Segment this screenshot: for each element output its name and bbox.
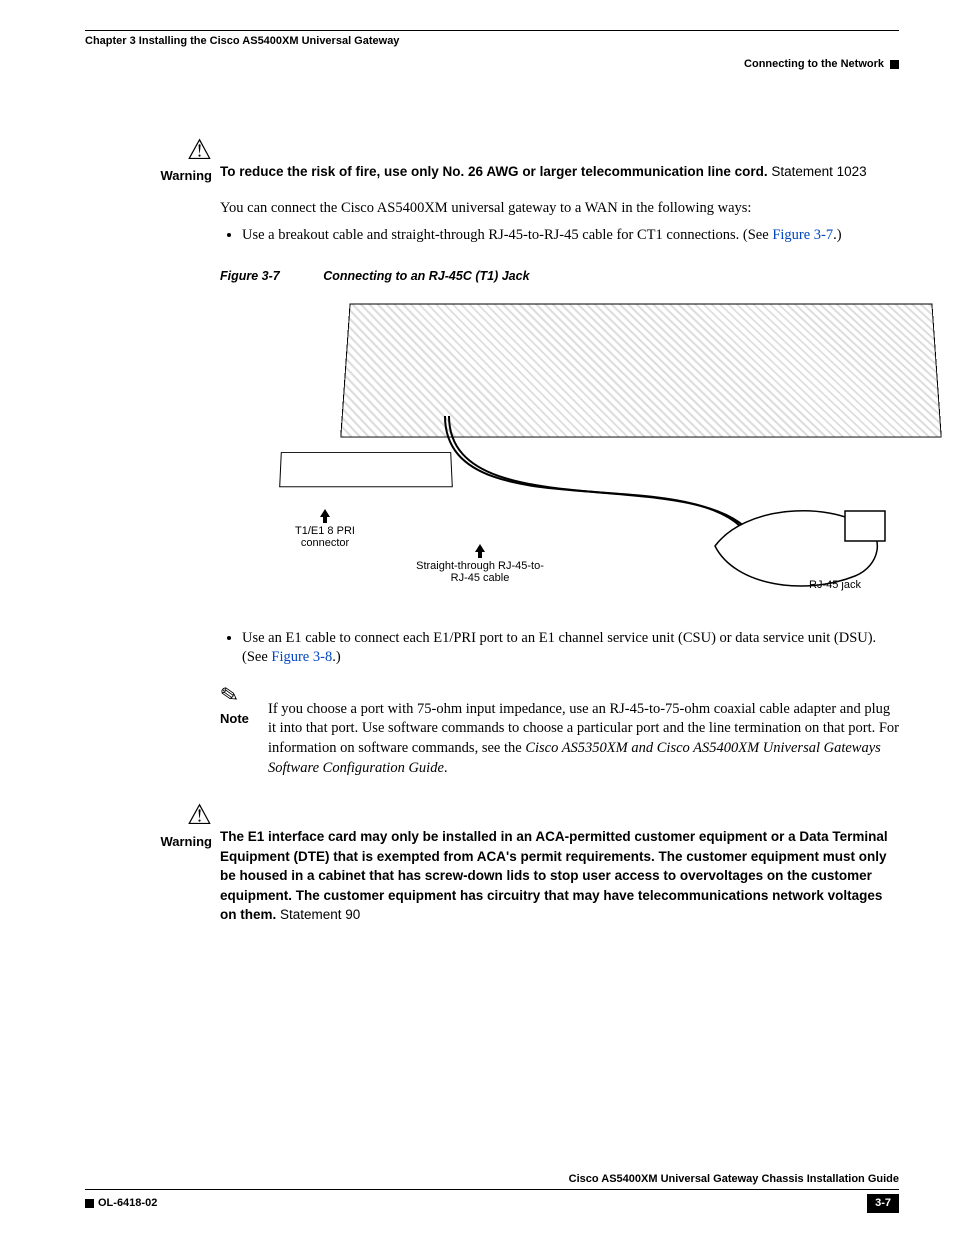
- header-square-icon: [890, 60, 899, 69]
- bullet-1: Use a breakout cable and straight-throug…: [242, 226, 899, 246]
- header-chapter: Chapter 3 Installing the Cisco AS5400XM …: [85, 34, 899, 49]
- footer-doc-number: OL-6418-02: [98, 1197, 157, 1209]
- footer-guide-title: Cisco AS5400XM Universal Gateway Chassis…: [85, 1172, 899, 1190]
- intro-paragraph: You can connect the Cisco AS5400XM unive…: [220, 199, 899, 219]
- warning1-stmt: Statement 1023: [768, 164, 867, 179]
- figure-3-8-link[interactable]: Figure 3-8: [271, 649, 332, 665]
- page-footer: Cisco AS5400XM Universal Gateway Chassis…: [85, 1172, 899, 1213]
- bullet1-text-b: .): [833, 227, 841, 243]
- warning-icon: ⚠: [187, 137, 212, 165]
- warning-block-2: ⚠ Warning The E1 interface card may only…: [85, 802, 899, 926]
- warning-block-1: ⚠ Warning To reduce the risk of fire, us…: [85, 137, 899, 185]
- annot-t1-connector: T1/E1 8 PRI connector: [295, 525, 355, 549]
- figure-label: Figure 3-7: [220, 269, 280, 283]
- figure-caption: Figure 3-7 Connecting to an RJ-45C (T1) …: [220, 268, 899, 285]
- figure-3-7-link[interactable]: Figure 3-7: [772, 227, 833, 243]
- header-section: Connecting to the Network: [744, 57, 884, 72]
- footer-page-number: 3-7: [867, 1194, 899, 1213]
- warning-icon: ⚠: [187, 802, 212, 830]
- warning2-stmt: Statement 90: [276, 907, 360, 922]
- figure-title: Connecting to an RJ-45C (T1) Jack: [323, 269, 529, 283]
- note-label: Note: [220, 710, 268, 728]
- figure-3-7-image: 30848 T1/E1 8 PRI connector Straight-thr…: [315, 291, 950, 621]
- annot-cable: Straight-through RJ-45-to-RJ-45 cable: [416, 560, 544, 584]
- bullet2-text-b: .): [332, 649, 340, 665]
- warning1-text: To reduce the risk of fire, use only No.…: [220, 164, 768, 179]
- note-pencil-icon: ✎: [218, 674, 270, 712]
- bullet1-text-a: Use a breakout cable and straight-throug…: [242, 227, 772, 243]
- bullet-2: Use an E1 cable to connect each E1/PRI p…: [242, 629, 899, 668]
- note-text-b: .: [444, 760, 448, 776]
- warning-label: Warning: [85, 167, 212, 185]
- footer-square-icon: [85, 1199, 94, 1208]
- annot-jack: RJ-45 jack: [809, 579, 861, 591]
- warning-label: Warning: [85, 833, 212, 851]
- note-block: ✎ Note If you choose a port with 75-ohm …: [220, 678, 899, 778]
